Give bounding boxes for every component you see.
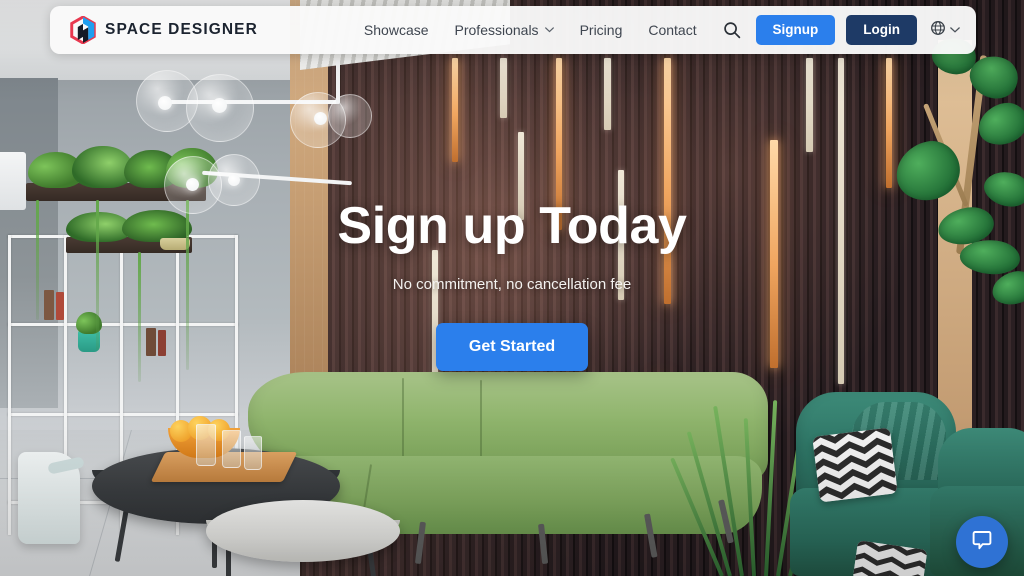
hero-content: Sign up Today No commitment, no cancella…: [337, 196, 687, 371]
search-icon[interactable]: [719, 17, 745, 43]
accent-strip: [604, 58, 611, 130]
accent-strip: [806, 58, 813, 152]
hero-title: Sign up Today: [337, 197, 687, 255]
globe-icon: [930, 20, 946, 41]
brand-logo[interactable]: SPACE DESIGNER: [50, 16, 258, 44]
hero-subtitle: No commitment, no cancellation fee: [392, 276, 632, 293]
chevron-down-icon: [950, 27, 960, 33]
light-coffee-table: [206, 500, 400, 562]
fiddle-leaf-fig-plant: [890, 32, 1024, 309]
nav-link-label: Professionals: [454, 22, 539, 38]
shelf-book: [44, 290, 54, 320]
space-designer-hexagon-house-logo-icon: [70, 16, 96, 44]
drinking-glass: [196, 424, 216, 466]
login-button[interactable]: Login: [846, 15, 917, 45]
top-navigation-bar: SPACE DESIGNER Showcase Professionals Pr…: [50, 6, 976, 54]
shelf-book: [56, 292, 64, 320]
pendant-bulb: [212, 98, 227, 113]
nav-link-label: Showcase: [363, 22, 429, 38]
chat-bubble-icon: [970, 528, 994, 557]
language-selector[interactable]: [928, 20, 960, 41]
pendant-rod: [336, 60, 340, 104]
glass-bubble: [328, 94, 372, 138]
grass-blade: [743, 418, 756, 576]
grass-blade: [764, 400, 778, 576]
nav-link-showcase[interactable]: Showcase: [364, 22, 429, 38]
chevron-pillow: [812, 427, 898, 503]
shelf-book: [158, 330, 166, 356]
drinking-glass: [244, 436, 262, 470]
accent-strip: [770, 140, 778, 368]
pendant-lights: [136, 60, 372, 290]
signup-button[interactable]: Signup: [755, 15, 836, 45]
grass-blade: [713, 405, 744, 576]
nav-links: Showcase Professionals Pricing Contact: [364, 22, 697, 38]
accent-strip: [886, 58, 892, 188]
accent-strip: [500, 58, 507, 118]
pendant-bulb: [158, 96, 172, 110]
nav-link-professionals[interactable]: Professionals: [455, 22, 554, 38]
drinking-glass: [222, 430, 241, 468]
get-started-button[interactable]: Get Started: [435, 323, 589, 371]
nav-link-pricing[interactable]: Pricing: [580, 22, 623, 38]
hanging-vine: [96, 200, 99, 350]
plant-leaf: [979, 165, 1024, 213]
accent-strip: [838, 58, 844, 384]
brand-name: SPACE DESIGNER: [105, 21, 258, 38]
nav-link-label: Pricing: [579, 22, 623, 38]
chat-widget-button[interactable]: [956, 516, 1008, 568]
nav-link-label: Contact: [648, 22, 697, 38]
hanging-vine: [36, 200, 39, 320]
left-wall-window: [0, 152, 26, 210]
page-stage: SPACE DESIGNER Showcase Professionals Pr…: [0, 0, 1024, 576]
pendant-bulb: [314, 112, 327, 125]
shelf-book: [146, 328, 156, 356]
pendant-bulb: [186, 178, 199, 191]
accent-strip: [452, 58, 458, 162]
chevron-down-icon: [544, 27, 554, 33]
pendant-bulb: [228, 174, 240, 186]
nav-link-contact[interactable]: Contact: [648, 22, 696, 38]
nav-actions: Signup Login: [719, 15, 977, 45]
plant-leaf: [890, 135, 966, 207]
